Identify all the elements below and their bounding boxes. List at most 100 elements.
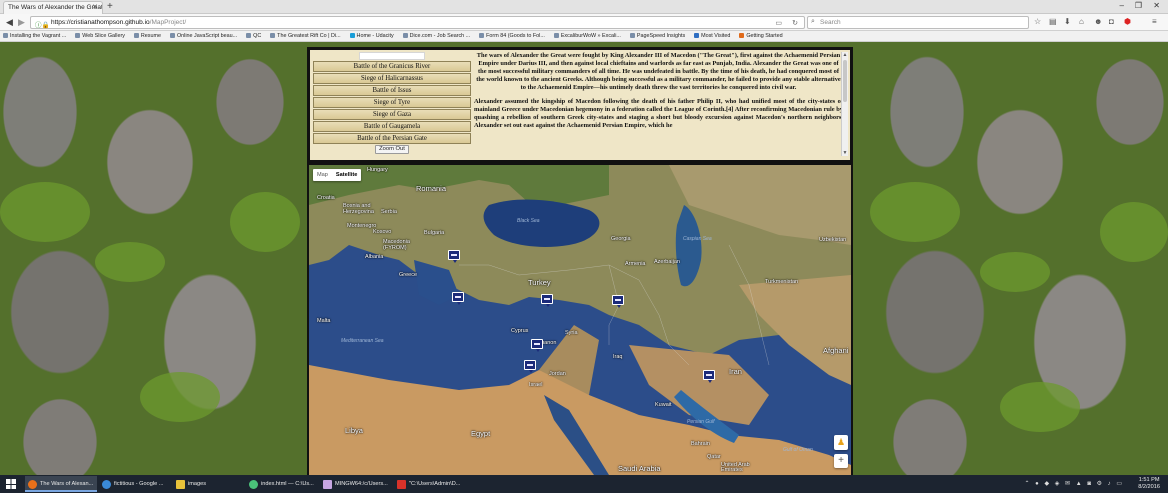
article-text[interactable]: The wars of Alexander the Great were fou… [474,52,843,156]
map-type-map-button[interactable]: Map [313,169,332,181]
tab-strip: The Wars of Alexander the Great ✕ + – ❐ … [0,0,1168,14]
battle-list: Battle of the Granicus River Siege of Ha… [313,52,471,154]
taskbar-item-atom[interactable]: index.html — C:\Us... [246,476,318,492]
bookmark-icon [402,33,408,38]
battle-marker-tyre[interactable] [531,339,543,352]
bookmark-item[interactable]: Installing the Vagrant ... [3,33,66,39]
terminal-icon [397,480,406,489]
library-icon[interactable]: ▤ [1049,17,1057,27]
bookmark-star-icon[interactable]: ☆ [1034,17,1041,27]
page-background: Battle of the Granicus River Siege of Ha… [0,42,1168,475]
adblock-icon[interactable]: ⬢ [1124,17,1131,27]
back-icon[interactable]: ◀ [6,17,13,27]
bookmark-item[interactable]: Online JavaScript beau... [169,33,237,39]
browser-tab[interactable]: The Wars of Alexander the Great ✕ [3,1,103,14]
new-tab-icon[interactable]: + [107,1,113,12]
satellite-map[interactable]: Map Satellite Hungary Romania Croatia Bo… [309,165,851,475]
moss-patch [0,182,90,242]
map-label: Cyprus [511,328,529,334]
map-label: Syria [565,330,578,336]
bookmark-icon [479,33,485,38]
battle-button-halicarnassus[interactable]: Siege of Halicarnassus [313,73,471,84]
street-view-pegman-icon[interactable]: ♟ [834,435,848,450]
bookmark-icon [694,33,700,38]
battle-button-gaugamela[interactable]: Battle of Gaugamela [313,121,471,132]
battle-button-tyre[interactable]: Siege of Tyre [313,97,471,108]
sync-icon[interactable]: ☻ [1094,17,1102,27]
bookmark-icon [75,33,81,38]
taskbar-item-git-bash[interactable]: MINGW64:/c/Users... [320,476,392,492]
bookmark-item[interactable]: Most Visited [694,33,730,39]
forward-icon[interactable]: ▶ [18,17,25,27]
map-label: Hungary [367,167,388,173]
moss-patch [1100,202,1168,262]
filter-input[interactable] [359,52,425,60]
map-label: Bosnia and Herzegovina [343,203,374,215]
battle-marker-granicus[interactable] [448,250,460,263]
taskbar-clock[interactable]: 1:51 PM 8/2/2016 [1138,477,1160,491]
battle-marker-gaugamela[interactable] [612,295,624,308]
map-zoom-in-button[interactable]: + [834,454,848,468]
scroll-up-icon[interactable]: ▲ [842,52,848,58]
map-label: Montenegro [347,223,377,229]
windows-start-icon[interactable] [6,479,16,489]
battle-marker-halicarnassus[interactable] [452,292,464,305]
taskbar-item-cmd[interactable]: "C:\Users\Admin\D... [394,476,466,492]
battle-marker-issus[interactable] [541,294,553,307]
close-window-icon[interactable]: ✕ [1153,1,1160,10]
bookmark-item[interactable]: Dice.com - Job Search ... [402,33,470,39]
map-label: Armenia [625,261,646,267]
bookmark-item[interactable]: Getting Started [739,33,783,39]
scrollbar-thumb[interactable] [843,60,847,102]
bookmark-icon [169,33,175,38]
firefox-icon [28,480,37,489]
close-tab-icon[interactable]: ✕ [92,3,98,11]
taskbar-item-chrome[interactable]: fictitious - Google ... [99,476,171,492]
search-input[interactable]: ⌕ Search [807,16,1029,29]
battle-marker-gaza[interactable] [524,360,536,373]
home-icon[interactable]: ⌂ [1079,17,1084,27]
tab-title: The Wars of Alexander the Great [8,4,103,11]
taskbar-item-firefox[interactable]: The Wars of Alexan... [25,476,97,492]
bookmarks-bar: Installing the Vagrant ... Web Slice Gal… [0,31,1168,42]
bookmark-item[interactable]: Home - Udacity [349,33,394,39]
battle-button-gaza[interactable]: Siege of Gaza [313,109,471,120]
bookmark-item[interactable]: ExcaliburWoW » Excali... [553,33,621,39]
minimize-icon[interactable]: – [1120,1,1124,10]
bookmark-item[interactable]: The Greatest Rift Co | Di... [270,33,341,39]
battle-button-persian-gate[interactable]: Battle of the Persian Gate [313,133,471,144]
battle-marker-persian-gate[interactable] [703,370,715,383]
map-type-satellite-button[interactable]: Satellite [332,169,361,181]
reader-view-icon[interactable]: ▭ [775,19,782,27]
map-label: Libya [345,426,363,435]
battle-button-issus[interactable]: Battle of Issus [313,85,471,96]
map-label: Uzbekistan [819,237,847,243]
maximize-icon[interactable]: ❐ [1135,1,1142,10]
system-tray-icons[interactable]: ⌃ ● ◆ ◈ ✉ ▲ ◙ ⚙ ♪ ▭ [1024,480,1124,487]
map-label: Macedonia (FYROM) [383,239,410,251]
taskbar-item-explorer[interactable]: images [173,476,245,492]
pocket-icon[interactable]: ◘ [1109,17,1114,27]
url-bar[interactable]: ⓘ🔒 https://cristianathompson.github.io/M… [30,16,805,29]
url-path: /MapProject/ [149,19,187,26]
bookmark-item[interactable]: PageSpeed Insights [629,33,685,39]
map-label: Azerbaijan [654,259,680,265]
scroll-down-icon[interactable]: ▼ [842,150,848,156]
downloads-icon[interactable]: ⬇ [1064,17,1071,27]
map-label: Afghani [823,346,849,355]
article-paragraph: Alexander assumed the kingship of Macedo… [474,98,843,129]
bookmark-item[interactable]: Form 84 (Goods to Fol... [479,33,545,39]
reload-icon[interactable]: ↻ [792,19,798,27]
article-scrollbar[interactable]: ▲ ▼ [841,52,848,156]
map-label: United Arab Emirates [721,462,750,473]
git-icon [323,480,332,489]
bookmark-icon [629,33,635,38]
menu-icon[interactable]: ≡ [1152,17,1157,27]
battle-button-granicus[interactable]: Battle of the Granicus River [313,61,471,72]
map-label: Albania [365,254,384,260]
zoom-out-button[interactable]: Zoom Out [375,145,409,154]
bookmark-item[interactable]: QC [246,33,261,39]
bookmark-item[interactable]: Web Slice Gallery [75,33,125,39]
bookmark-item[interactable]: Resume [133,33,161,39]
bookmark-icon [3,33,8,38]
